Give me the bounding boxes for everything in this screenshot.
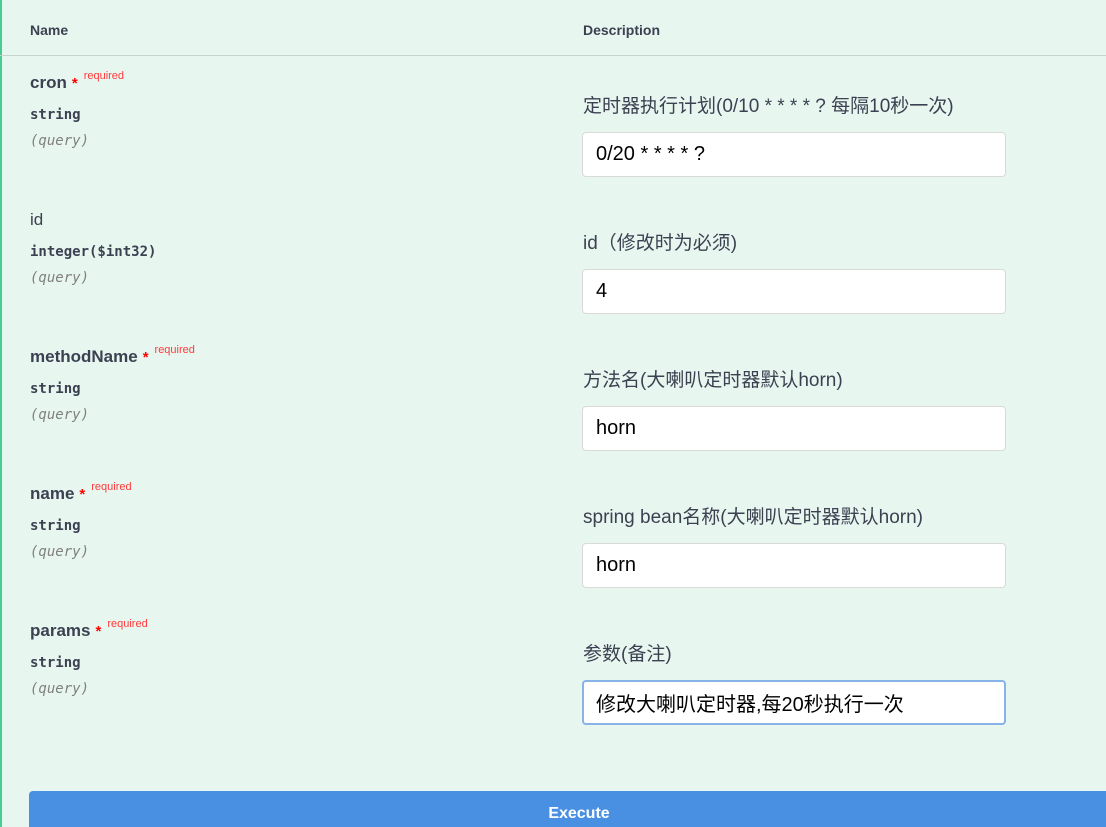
parameter-description: 定时器执行计划(0/10 * * * * ? 每隔10秒一次) xyxy=(583,96,954,117)
name-input[interactable] xyxy=(582,543,1006,588)
parameter-type: string xyxy=(30,655,81,671)
params-input[interactable] xyxy=(582,680,1006,725)
methodname-input[interactable] xyxy=(582,406,1006,451)
required-star: * xyxy=(71,75,78,92)
parameters-table-header: Name Description xyxy=(0,0,1106,56)
parameter-row-cron: cron * required string (query) 定时器执行计划(0/1… xyxy=(0,70,1106,210)
parameter-location: (query) xyxy=(30,133,90,149)
column-header-name: Name xyxy=(30,22,69,38)
required-label: required xyxy=(83,70,125,82)
parameter-location: (query) xyxy=(30,681,90,697)
parameter-description: 参数(备注) xyxy=(583,644,672,665)
parameter-name: cron * required xyxy=(30,70,125,93)
parameter-name-label: name xyxy=(30,484,75,503)
parameter-location: (query) xyxy=(30,544,90,560)
required-star: * xyxy=(79,486,86,503)
parameter-description: id（修改时为必须) xyxy=(583,233,738,254)
parameter-location: (query) xyxy=(30,407,90,423)
parameter-row-name: name * required string (query) spring bean… xyxy=(0,481,1106,621)
parameter-type: string xyxy=(30,381,81,397)
parameter-row-params: params * required string (query) 参数(备注) xyxy=(0,618,1106,758)
parameter-name-label: params xyxy=(30,621,91,640)
required-label: required xyxy=(107,618,148,630)
parameter-row-id: id integer($int32) (query) id（修改时为必须) xyxy=(0,210,1106,347)
parameter-type: string xyxy=(30,518,81,534)
parameter-name: params * required xyxy=(30,618,148,641)
parameter-name-label: cron xyxy=(30,73,67,92)
required-star: * xyxy=(142,349,149,366)
required-label: required xyxy=(154,344,195,356)
parameter-name-label: id xyxy=(30,210,44,229)
parameter-name: id xyxy=(30,210,43,230)
execute-button[interactable]: Execute xyxy=(29,791,1106,827)
parameter-type: integer($int32) xyxy=(30,244,157,260)
parameter-description: 方法名(大喇叭定时器默认horn) xyxy=(583,370,843,391)
parameter-type: string xyxy=(30,107,81,123)
id-input[interactable] xyxy=(582,269,1006,314)
cron-input[interactable] xyxy=(582,132,1006,177)
column-header-description: Description xyxy=(583,22,661,38)
parameter-row-methodname: methodName * required string (query) 方法名(大… xyxy=(0,344,1106,484)
parameter-name-label: methodName xyxy=(30,347,138,366)
parameter-description: spring bean名称(大喇叭定时器默认horn) xyxy=(583,507,923,528)
parameter-location: (query) xyxy=(30,270,90,286)
required-label: required xyxy=(91,481,132,493)
parameter-name: name * required xyxy=(30,481,132,504)
parameter-name: methodName * required xyxy=(30,344,195,367)
required-star: * xyxy=(95,623,102,640)
